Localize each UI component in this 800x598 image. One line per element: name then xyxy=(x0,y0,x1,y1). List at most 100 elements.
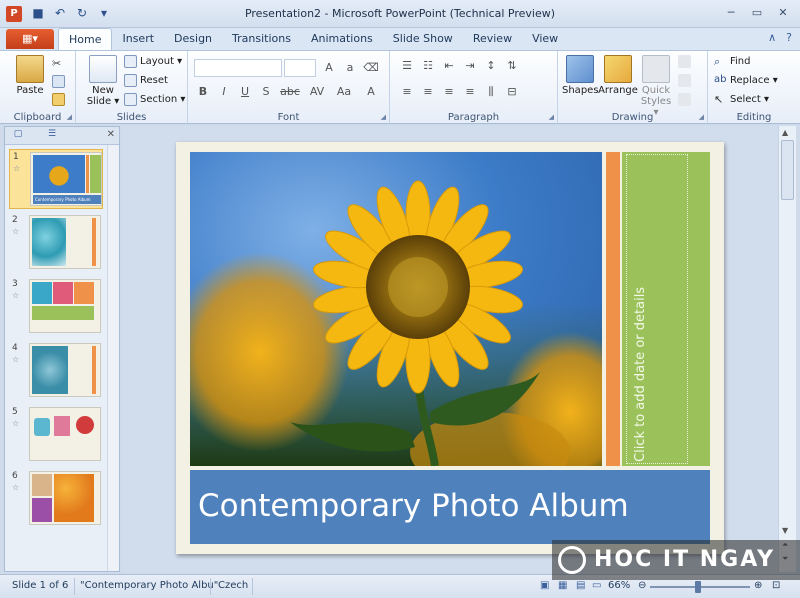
slide-canvas[interactable]: Click to add date or details Contemporar… xyxy=(176,142,724,554)
shape-effects-button[interactable] xyxy=(678,91,691,108)
scroll-up-icon[interactable]: ▲ xyxy=(782,128,788,137)
drawing-launcher-icon[interactable]: ◢ xyxy=(699,113,704,121)
maximize-button[interactable]: ▭ xyxy=(744,3,770,23)
change-case-button[interactable]: Aa xyxy=(332,83,356,101)
find-button[interactable]: ⌕ Find xyxy=(714,53,751,70)
font-format-buttons: B I U S abc AV Aa A xyxy=(194,83,383,101)
font-color-button[interactable]: A xyxy=(359,83,383,101)
bullets-icon[interactable]: ☰ xyxy=(398,57,416,75)
slide-thumbnail[interactable]: 1 ☆ Contemporary Photo Album xyxy=(9,149,103,209)
slides-tab-icon[interactable]: ▢ xyxy=(7,129,29,143)
align-text-icon[interactable]: ⊟ xyxy=(503,83,521,101)
tab-transitions[interactable]: Transitions xyxy=(222,28,301,50)
underline-button[interactable]: U xyxy=(236,83,254,101)
slide-sorter-icon[interactable]: ▦ xyxy=(558,580,567,591)
slide-thumbnail[interactable]: 6 ☆ xyxy=(9,469,103,529)
shapes-icon xyxy=(566,55,594,83)
grow-font-icon[interactable]: A xyxy=(320,59,338,77)
align-center-icon[interactable]: ≡ xyxy=(419,83,437,101)
close-button[interactable]: ✕ xyxy=(770,3,796,23)
char-spacing-button[interactable]: AV xyxy=(305,83,329,101)
tab-design[interactable]: Design xyxy=(164,28,222,50)
scroll-thumb[interactable] xyxy=(781,140,794,200)
list-buttons: ☰ ☷ ⇤ ⇥ ↕ ⇅ xyxy=(398,57,521,75)
select-button[interactable]: ↖ Select ▾ xyxy=(714,91,769,108)
bold-button[interactable]: B xyxy=(194,83,212,101)
align-right-icon[interactable]: ≡ xyxy=(440,83,458,101)
file-tab[interactable]: ▦▾ xyxy=(6,29,54,49)
transition-star-icon: ☆ xyxy=(12,291,20,300)
slide-scrollbar[interactable]: ▲ ▼ ⏶ ⏷ xyxy=(778,126,796,572)
arrange-button[interactable]: Arrange xyxy=(598,55,638,96)
normal-view-icon[interactable]: ▣ xyxy=(540,580,549,591)
slide-show-icon[interactable]: ▭ xyxy=(592,580,601,591)
tab-animations[interactable]: Animations xyxy=(301,28,383,50)
zoom-slider-thumb[interactable] xyxy=(695,581,701,593)
tab-slide-show[interactable]: Slide Show xyxy=(383,28,463,50)
help-icon[interactable]: ? xyxy=(786,31,792,44)
minimize-button[interactable]: ─ xyxy=(718,3,744,23)
tab-insert[interactable]: Insert xyxy=(112,28,164,50)
justify-icon[interactable]: ≡ xyxy=(461,83,479,101)
paragraph-group-label: Paragraph xyxy=(447,112,500,123)
zoom-out-icon[interactable]: ⊖ xyxy=(638,580,646,591)
replace-button[interactable]: ab Replace ▾ xyxy=(714,72,778,89)
slide-thumbnail[interactable]: 5 ☆ xyxy=(9,405,103,465)
shadow-button[interactable]: S xyxy=(257,83,275,101)
tab-view[interactable]: View xyxy=(522,28,568,50)
sunflower-image xyxy=(190,180,602,466)
quick-styles-button[interactable]: Quick Styles ▾ xyxy=(638,55,674,118)
columns-icon[interactable]: ⫼ xyxy=(482,83,500,101)
zoom-in-icon[interactable]: ⊕ xyxy=(754,580,762,591)
sunflower-photo[interactable] xyxy=(190,152,602,466)
copy-button[interactable] xyxy=(52,73,65,90)
thumb-photo xyxy=(32,218,66,266)
slide-thumbnail[interactable]: 4 ☆ xyxy=(9,341,103,401)
reset-button[interactable]: Reset xyxy=(124,72,168,89)
tab-home[interactable]: Home xyxy=(58,28,113,50)
section-button[interactable]: Section ▾ xyxy=(124,91,185,108)
shape-outline-button[interactable] xyxy=(678,72,691,89)
thumb-green-panel xyxy=(32,306,94,320)
clipboard-launcher-icon[interactable]: ◢ xyxy=(67,113,72,121)
font-name-field[interactable] xyxy=(194,59,282,77)
fit-to-window-icon[interactable]: ⊡ xyxy=(772,580,780,591)
reading-view-icon[interactable]: ▤ xyxy=(576,580,585,591)
layout-button[interactable]: Layout ▾ xyxy=(124,53,182,70)
outline-tab-icon[interactable]: ☰ xyxy=(41,129,63,143)
slide-thumbnail[interactable]: 2 ☆ xyxy=(9,213,103,273)
line-spacing-icon[interactable]: ↕ xyxy=(482,57,500,75)
replace-icon: ab xyxy=(714,74,727,85)
numbering-icon[interactable]: ☷ xyxy=(419,57,437,75)
close-pane-icon[interactable]: ✕ xyxy=(107,129,115,140)
font-size-field[interactable] xyxy=(284,59,316,77)
decrease-indent-icon[interactable]: ⇤ xyxy=(440,57,458,75)
shapes-button[interactable]: Shapes xyxy=(562,55,599,96)
clear-formatting-icon[interactable]: ⌫ xyxy=(362,59,380,77)
language-indicator[interactable]: Czech xyxy=(218,580,248,591)
italic-button[interactable]: I xyxy=(215,83,233,101)
thumb-photo xyxy=(32,346,68,394)
paste-button[interactable]: Paste xyxy=(10,55,50,96)
paragraph-launcher-icon[interactable]: ◢ xyxy=(549,113,554,121)
new-slide-button[interactable]: New Slide ▾ xyxy=(84,55,122,107)
title-placeholder[interactable]: Contemporary Photo Album xyxy=(190,470,710,544)
text-direction-icon[interactable]: ⇅ xyxy=(503,57,521,75)
date-details-placeholder[interactable]: Click to add date or details xyxy=(622,152,710,466)
minimize-ribbon-icon[interactable]: ∧ xyxy=(768,31,776,44)
format-painter-button[interactable] xyxy=(52,91,65,108)
slide-thumbnail[interactable]: 3 ☆ xyxy=(9,277,103,337)
strikethrough-button[interactable]: abc xyxy=(278,83,302,101)
scroll-down-icon[interactable]: ▼ xyxy=(782,526,788,535)
align-left-icon[interactable]: ≡ xyxy=(398,83,416,101)
cut-button[interactable]: ✂ xyxy=(52,55,65,72)
shape-fill-button[interactable] xyxy=(678,53,691,70)
slides-pane-scrollbar[interactable] xyxy=(107,145,119,571)
shrink-font-icon[interactable]: a xyxy=(341,59,359,77)
font-launcher-icon[interactable]: ◢ xyxy=(381,113,386,121)
tab-review[interactable]: Review xyxy=(463,28,522,50)
copy-icon xyxy=(52,75,65,88)
increase-indent-icon[interactable]: ⇥ xyxy=(461,57,479,75)
zoom-level[interactable]: 66% xyxy=(608,580,630,591)
theme-name[interactable]: "Contemporary Photo Albu" xyxy=(80,580,218,591)
